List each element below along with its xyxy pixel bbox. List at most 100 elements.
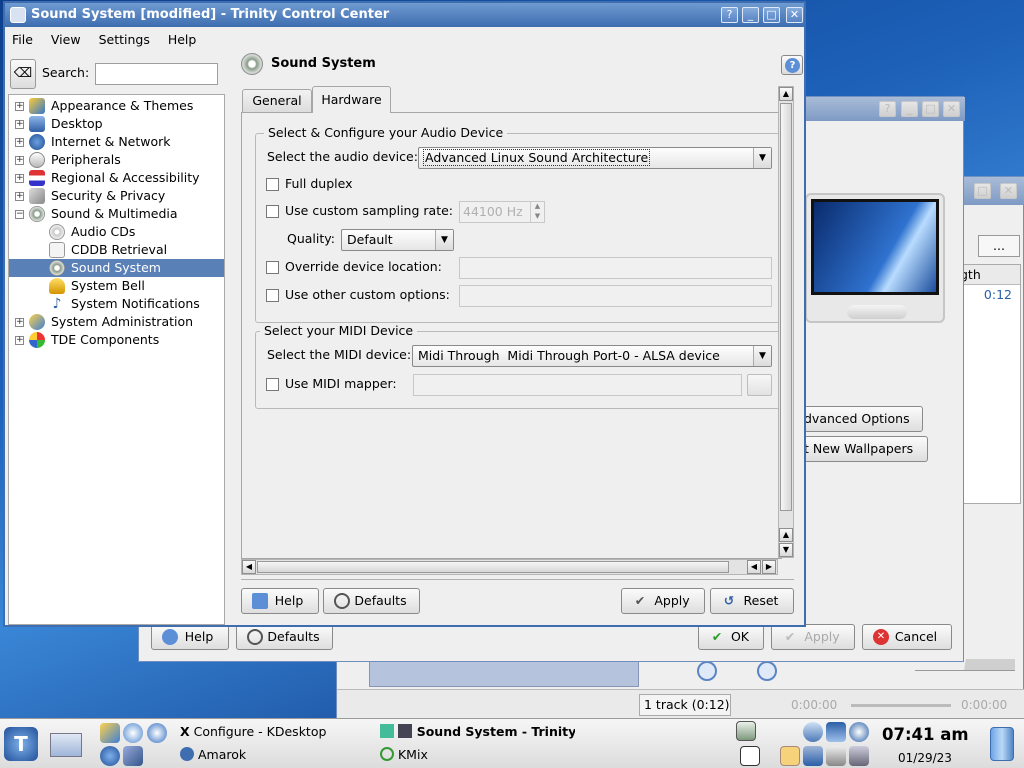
scroll-down-icon[interactable]: ▼	[779, 543, 793, 557]
device-location-input[interactable]	[459, 257, 772, 279]
reset-button[interactable]: ↺ Reset	[710, 588, 794, 614]
amarok-play-icon[interactable]	[697, 661, 717, 681]
settings-launcher-icon[interactable]	[100, 723, 120, 743]
scroll-up-icon[interactable]: ▲	[779, 87, 793, 101]
task-sound-system[interactable]: Sound System - Trinity	[380, 722, 575, 742]
task-amarok[interactable]: Amarok	[180, 745, 246, 765]
amarok-browse-button[interactable]: ...	[978, 235, 1020, 257]
bg-help-title-button[interactable]: ?	[879, 101, 896, 117]
custom-options-checkbox[interactable]	[266, 289, 279, 302]
tools-launcher-icon[interactable]	[123, 746, 143, 766]
spin-down-icon[interactable]: ▼	[530, 212, 544, 222]
clock-time[interactable]: 07:41 am	[882, 725, 969, 744]
midi-device-select[interactable]: Midi Through Midi Through Port-0 - ALSA …	[412, 345, 772, 367]
vertical-scrollbar[interactable]: ▲ ▲ ▼	[778, 86, 794, 558]
task-configure-kdesktop[interactable]: X Configure - KDesktop	[180, 722, 326, 742]
tray-network-icon[interactable]	[803, 746, 823, 766]
browser-launcher-icon[interactable]	[147, 723, 167, 743]
scroll-left-icon[interactable]: ◀	[747, 560, 761, 574]
amarok-seek-slider[interactable]	[851, 704, 951, 707]
override-location-checkbox[interactable]	[266, 261, 279, 274]
tree-item-desktop[interactable]: + Desktop	[9, 115, 224, 133]
window-titlebar[interactable]: Sound System [modified] - Trinity Contro…	[5, 3, 804, 27]
bg-minimize-button[interactable]: _	[901, 101, 918, 117]
custom-options-input[interactable]	[459, 285, 772, 307]
tree-item-peripherals[interactable]: + Peripherals	[9, 151, 224, 169]
tray-window-list-icon[interactable]	[740, 746, 760, 766]
maximize-button[interactable]: □	[763, 7, 780, 23]
menu-file[interactable]: File	[12, 32, 33, 47]
scroll-thumb[interactable]	[257, 561, 729, 573]
bg-maximize-button[interactable]: □	[922, 101, 939, 117]
full-duplex-checkbox[interactable]	[266, 178, 279, 191]
defaults-button[interactable]: Defaults	[323, 588, 420, 614]
expander-icon[interactable]: +	[15, 174, 24, 183]
horizontal-scrollbar[interactable]: ◀ ◀ ▶	[241, 559, 778, 575]
apply-button[interactable]: ✔ Apply	[621, 588, 705, 614]
tab-hardware[interactable]: Hardware	[312, 86, 391, 113]
amarok-close-button[interactable]: ✕	[1000, 183, 1017, 199]
trinity-menu-icon[interactable]: T	[4, 727, 38, 761]
midi-mapper-checkbox[interactable]	[266, 378, 279, 391]
search-input[interactable]	[95, 63, 218, 85]
quality-select[interactable]: Default ▼	[341, 229, 454, 251]
tree-item-security[interactable]: + Security & Privacy	[9, 187, 224, 205]
tree-item-notifications[interactable]: ♪ System Notifications	[9, 295, 224, 313]
expander-icon[interactable]: +	[15, 156, 24, 165]
minimize-button[interactable]: _	[742, 7, 759, 23]
scroll-up-icon[interactable]: ▲	[779, 528, 793, 542]
tray-time-icon[interactable]	[849, 722, 869, 742]
bg-cancel-button[interactable]: ✕ Cancel	[862, 624, 952, 650]
tray-mixer-icon[interactable]	[803, 722, 823, 742]
tray-monitor-icon[interactable]	[826, 722, 846, 742]
get-new-wallpapers-button[interactable]: t New Wallpapers	[799, 436, 928, 462]
audio-device-select[interactable]: Advanced Linux Sound Architecture ▼	[418, 147, 772, 169]
expander-icon[interactable]: +	[15, 138, 24, 147]
bg-ok-button[interactable]: ✔ OK	[698, 624, 764, 650]
expander-icon[interactable]: +	[15, 336, 24, 345]
desktop-pager-icon[interactable]	[50, 733, 82, 757]
amarok-track-length[interactable]: 0:12	[958, 285, 1020, 305]
tree-item-cddb[interactable]: CDDB Retrieval	[9, 241, 224, 259]
task-kmix[interactable]: KMix	[380, 745, 428, 765]
clock-date[interactable]: 01/29/23	[898, 751, 952, 765]
sampling-rate-spinbox[interactable]: 44100 Hz ▲ ▼	[459, 201, 545, 223]
tree-item-sound-multimedia[interactable]: − Sound & Multimedia	[9, 205, 224, 223]
spin-up-icon[interactable]: ▲	[530, 202, 544, 212]
tray-lock-icon[interactable]	[849, 746, 869, 766]
scroll-left-icon[interactable]: ◀	[242, 560, 256, 574]
amarok-column-header[interactable]: gth	[958, 265, 1020, 285]
expander-icon[interactable]: +	[15, 318, 24, 327]
close-button[interactable]: ✕	[786, 7, 803, 23]
help-button[interactable]: Help	[241, 588, 319, 614]
expander-icon[interactable]: +	[15, 192, 24, 201]
tray-k-icon[interactable]	[780, 746, 800, 766]
menu-help[interactable]: Help	[168, 32, 197, 47]
tree-item-internet[interactable]: + Internet & Network	[9, 133, 224, 151]
scroll-right-icon[interactable]: ▶	[762, 560, 776, 574]
amarok-next-icon[interactable]	[757, 661, 777, 681]
bg-help-button[interactable]: Help	[151, 624, 229, 650]
tree-item-system-admin[interactable]: + System Administration	[9, 313, 224, 331]
bg-defaults-button[interactable]: Defaults	[236, 624, 333, 650]
network-launcher-icon[interactable]	[123, 723, 143, 743]
advanced-options-button[interactable]: dvanced Options	[799, 406, 923, 432]
scroll-thumb[interactable]	[780, 103, 792, 511]
bg-apply-button[interactable]: ✔ Apply	[771, 624, 855, 650]
tree-item-sound-system[interactable]: Sound System	[9, 259, 224, 277]
midi-mapper-input[interactable]	[413, 374, 742, 396]
menu-settings[interactable]: Settings	[99, 32, 150, 47]
expander-icon[interactable]: +	[15, 120, 24, 129]
bg-close-button[interactable]: ✕	[943, 101, 960, 117]
trash-icon[interactable]	[990, 727, 1014, 761]
tree-item-audio-cds[interactable]: Audio CDs	[9, 223, 224, 241]
tray-clipboard-icon[interactable]	[736, 721, 756, 741]
tree-item-regional[interactable]: + Regional & Accessibility	[9, 169, 224, 187]
amarok-maximize-button[interactable]: □	[974, 183, 991, 199]
window-icon[interactable]	[10, 7, 26, 23]
tab-general[interactable]: General	[242, 89, 312, 112]
clear-search-button[interactable]: ⌫	[10, 59, 36, 89]
help-title-button[interactable]: ?	[721, 7, 738, 23]
menu-view[interactable]: View	[51, 32, 81, 47]
tray-devices-icon[interactable]	[826, 746, 846, 766]
